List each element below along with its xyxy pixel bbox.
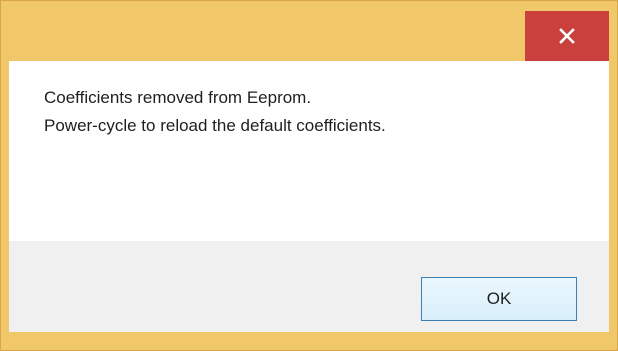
close-icon	[558, 27, 576, 45]
button-bar: OK	[9, 241, 609, 332]
close-button[interactable]	[525, 11, 609, 61]
message-line-1: Coefficients removed from Eeprom.	[44, 88, 312, 107]
ok-button[interactable]: OK	[421, 277, 577, 321]
message-line-2: Power-cycle to reload the default coeffi…	[44, 116, 386, 135]
message-text: Coefficients removed from Eeprom. Power-…	[44, 84, 584, 140]
message-dialog: Coefficients removed from Eeprom. Power-…	[0, 0, 618, 351]
title-bar	[1, 1, 617, 61]
